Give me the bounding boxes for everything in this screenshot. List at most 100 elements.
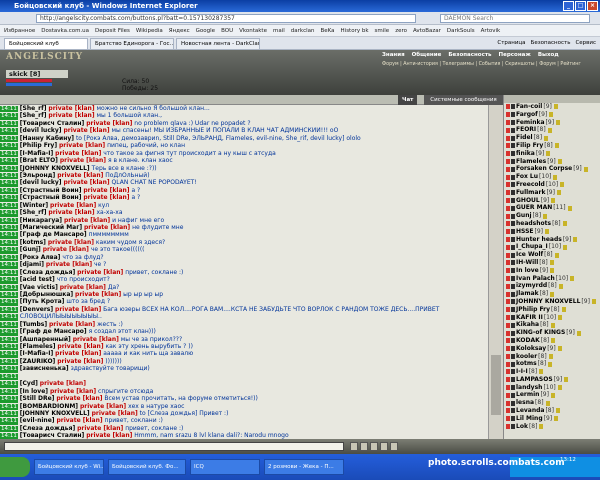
user-row[interactable]: Jlamak [8] [504, 290, 600, 298]
message-author[interactable]: [Tumbs] [20, 321, 47, 328]
favorite-link[interactable]: mail [273, 28, 285, 34]
user-row[interactable]: Forsaken Corpse [9] [504, 165, 600, 173]
info-icon[interactable] [545, 400, 550, 406]
favorite-link[interactable]: darkclan [291, 28, 315, 34]
user-row[interactable]: Lok [8] [504, 423, 600, 431]
chat-tab[interactable]: Чат [398, 95, 418, 105]
user-name[interactable]: Fullmark [516, 189, 545, 197]
maximize-button[interactable]: □ [575, 1, 586, 11]
info-icon[interactable] [551, 197, 556, 203]
user-name[interactable]: Hunter heads [516, 236, 562, 244]
user-name[interactable]: Filip Fry [516, 142, 543, 150]
user-name[interactable]: LAMPASOS [516, 376, 553, 384]
message-author[interactable]: [Граф де Мансаро] [20, 231, 87, 238]
message-author[interactable]: [Flameles] [20, 343, 56, 350]
user-row[interactable]: Fargof [9] [504, 111, 600, 119]
info-icon[interactable] [555, 408, 560, 414]
user-name[interactable]: KAFIR II [516, 314, 543, 322]
user-row[interactable]: Flameles [9] [504, 158, 600, 166]
message-author[interactable]: [BOMBARDIONM] [20, 403, 78, 410]
favorite-link[interactable]: Artovik [481, 28, 501, 34]
character-name[interactable]: skick [8] [6, 70, 68, 78]
info-icon[interactable] [539, 424, 544, 430]
user-name[interactable]: JPhilip Fry [516, 306, 550, 314]
message-author[interactable]: [Слеза дождья] [20, 425, 75, 432]
user-row[interactable]: Freecold [10] [504, 181, 600, 189]
message-author[interactable]: [She_rf] [20, 112, 47, 119]
favorite-link[interactable]: Избранное [4, 28, 35, 34]
info-icon[interactable] [561, 307, 566, 313]
user-name[interactable]: Levanda [516, 407, 544, 415]
scroll-thumb[interactable] [491, 355, 501, 415]
user-name[interactable]: kooler [516, 353, 537, 361]
nav-knowledge[interactable]: Знания [382, 52, 405, 58]
message-author[interactable]: [I-Mafia-I] [20, 350, 53, 357]
user-name[interactable]: Lermin [516, 391, 539, 399]
user-row[interactable]: Lil Ming [9] [504, 415, 600, 423]
favorite-link[interactable]: smile [375, 28, 390, 34]
nav-exit[interactable]: Выход [538, 52, 559, 58]
taskbar-item-icq[interactable]: ICQ [190, 459, 260, 475]
info-icon[interactable] [549, 260, 554, 266]
user-name[interactable]: finika [516, 150, 535, 158]
user-row[interactable]: Fox Lu [10] [504, 173, 600, 181]
user-row[interactable]: Hunter heads [9] [504, 236, 600, 244]
info-icon[interactable] [556, 190, 561, 196]
user-name[interactable]: izymyrdd [516, 282, 547, 290]
message-author[interactable]: [Никарагуа] [20, 217, 62, 224]
user-row[interactable]: Ivan Palach [10] [504, 275, 600, 283]
message-author[interactable]: [Рокэ Алва] [20, 254, 61, 261]
user-name[interactable]: Koloksay [516, 345, 546, 353]
user-name[interactable]: I_Chupa_I [516, 243, 548, 251]
message-author[interactable]: [Brat ELTO] [20, 157, 58, 164]
user-name[interactable]: Jlamak [516, 290, 539, 298]
search-input[interactable]: DAEMON Search [440, 14, 590, 23]
info-icon[interactable] [550, 322, 555, 328]
user-name[interactable]: lesna [516, 399, 534, 407]
message-author[interactable]: [Winter] [20, 202, 48, 209]
info-icon[interactable] [551, 338, 556, 344]
user-row[interactable]: JPhilip Fry [8] [504, 306, 600, 314]
info-icon[interactable] [554, 416, 559, 422]
user-name[interactable]: Fidel [516, 134, 533, 142]
info-icon[interactable] [557, 385, 562, 391]
user-name[interactable]: FEORI [516, 126, 536, 134]
message-author[interactable]: [Граф де Мансаро] [20, 328, 87, 335]
user-row[interactable]: I-I-I [8] [504, 368, 600, 376]
taskbar-item-ie1[interactable]: Бойцовский клуб - Wi... [34, 459, 104, 475]
user-name[interactable]: HSSE [516, 228, 534, 236]
favorite-link[interactable]: DarkSouls [447, 28, 475, 34]
taskbar-item-ie2[interactable]: Бойцовский клуб. Фо... [108, 459, 186, 475]
info-icon[interactable] [591, 299, 596, 305]
user-name[interactable]: Feminka [516, 119, 545, 127]
user-row[interactable]: kooler [8] [504, 353, 600, 361]
message-author[interactable]: [Слеза дождья] [20, 269, 75, 276]
user-name[interactable]: IH-Will [516, 259, 538, 267]
info-icon[interactable] [564, 377, 569, 383]
favorite-link[interactable]: Wikipedia [136, 28, 163, 34]
user-row[interactable]: Fullmark [9] [504, 189, 600, 197]
message-author[interactable]: [Ашпаренный] [20, 336, 71, 343]
info-icon[interactable] [545, 229, 549, 235]
favorite-link[interactable]: BeKa [320, 28, 334, 34]
start-button[interactable] [0, 457, 30, 477]
message-author[interactable]: [ZAURIKO] [20, 358, 56, 365]
user-name[interactable]: Fox Lu [516, 173, 538, 181]
message-author[interactable]: [djami] [20, 261, 44, 268]
message-author[interactable]: [зависненька] [20, 365, 69, 372]
tab-unicorn[interactable]: Братство Единорога - Гос... [90, 38, 174, 49]
chat-input[interactable] [4, 442, 344, 451]
message-author[interactable]: [kotms] [20, 239, 46, 246]
info-icon[interactable] [558, 283, 563, 289]
taskbar-item-skype[interactable]: 2 розмови - Жека - П... [264, 459, 344, 475]
user-row[interactable]: KODAK [8] [504, 337, 600, 345]
close-button[interactable]: × [587, 1, 598, 11]
user-row[interactable]: Ice Wolf [8] [504, 251, 600, 259]
user-row[interactable]: IH-Will [8] [504, 259, 600, 267]
minimize-button[interactable]: _ [563, 1, 574, 11]
message-author[interactable]: [Нанну Кабину] [20, 135, 74, 142]
info-icon[interactable] [553, 174, 558, 180]
user-row[interactable]: izymyrdd [8] [504, 282, 600, 290]
message-author[interactable]: [devil lucky] [20, 127, 62, 134]
user-row[interactable]: finika [9] [504, 150, 600, 158]
